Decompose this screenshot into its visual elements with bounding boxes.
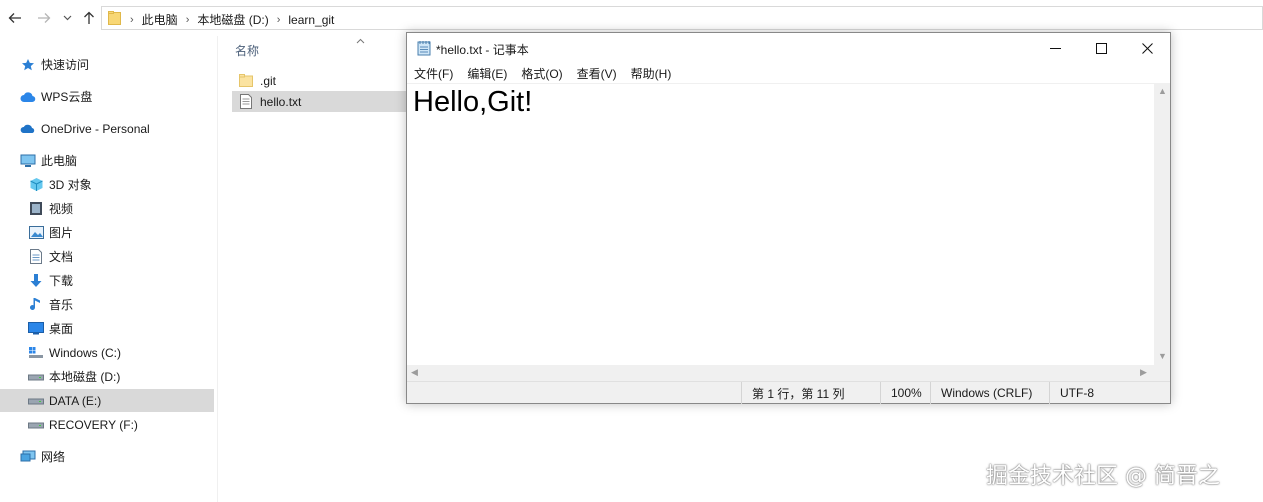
- sidebar-item-label: 文档: [49, 250, 74, 264]
- sidebar-item-3d-objects[interactable]: 3D 对象: [28, 173, 92, 196]
- sidebar-item-label: DATA (E:): [49, 393, 102, 408]
- scroll-up-icon[interactable]: ▲: [1158, 86, 1167, 96]
- status-cursor-position: 第 1 行，第 11 列: [741, 382, 880, 404]
- recent-locations-chevron-icon[interactable]: [60, 9, 74, 27]
- folder-icon: [108, 11, 121, 25]
- sidebar-item-onedrive[interactable]: OneDrive - Personal: [20, 117, 150, 140]
- sidebar-item-drive-c[interactable]: Windows (C:): [28, 341, 121, 364]
- sidebar-item-label: 此电脑: [41, 154, 78, 168]
- cloud-icon: [20, 89, 36, 105]
- sidebar-item-label: 3D 对象: [49, 178, 92, 192]
- windows-drive-icon: [28, 345, 44, 361]
- navigation-bar: › 此电脑 › 本地磁盘 (D:) › learn_git: [0, 0, 1263, 36]
- sidebar-item-label: Windows (C:): [49, 345, 122, 360]
- file-row[interactable]: .git: [232, 70, 408, 91]
- desktop-icon: [28, 321, 44, 337]
- file-row[interactable]: hello.txt: [232, 91, 408, 112]
- computer-icon: [20, 153, 36, 169]
- menu-edit[interactable]: 编辑(E): [467, 65, 507, 82]
- sidebar-item-label: RECOVERY (F:): [49, 417, 138, 432]
- scroll-corner: [1154, 365, 1170, 381]
- sidebar-item-drive-f[interactable]: RECOVERY (F:): [28, 413, 138, 436]
- sidebar-item-documents[interactable]: 文档: [28, 245, 73, 268]
- sidebar-item-label: 桌面: [49, 322, 74, 336]
- minimize-button[interactable]: [1032, 33, 1078, 63]
- download-icon: [28, 273, 44, 289]
- sidebar-item-music[interactable]: 音乐: [28, 293, 73, 316]
- menu-file[interactable]: 文件(F): [414, 65, 453, 82]
- sidebar-item-network[interactable]: 网络: [20, 445, 65, 468]
- sidebar-item-label: 音乐: [49, 298, 74, 312]
- address-bar[interactable]: › 此电脑 › 本地磁盘 (D:) › learn_git: [101, 6, 1263, 30]
- sidebar-item-label: WPS云盘: [41, 90, 93, 104]
- drive-icon: [28, 393, 44, 409]
- up-arrow-icon[interactable]: [80, 9, 98, 27]
- sidebar-item-downloads[interactable]: 下载: [28, 269, 73, 292]
- folder-icon: [238, 73, 254, 89]
- sidebar-item-wps-cloud[interactable]: WPS云盘: [20, 85, 92, 108]
- window-title: *hello.txt - 记事本: [436, 43, 529, 57]
- maximize-button[interactable]: [1078, 33, 1124, 63]
- status-line-ending: Windows (CRLF): [930, 382, 1049, 404]
- scroll-down-icon[interactable]: ▼: [1158, 351, 1167, 361]
- scroll-left-icon[interactable]: ◀: [411, 367, 418, 378]
- text-file-icon: [238, 94, 254, 110]
- breadcrumb-item[interactable]: learn_git: [288, 13, 334, 27]
- sidebar-item-label: 快速访问: [41, 58, 90, 72]
- sidebar-item-pictures[interactable]: 图片: [28, 221, 73, 244]
- file-name: .git: [260, 73, 277, 88]
- onedrive-icon: [20, 121, 36, 137]
- scroll-right-icon[interactable]: ▶: [1140, 367, 1147, 378]
- status-zoom: 100%: [880, 382, 930, 404]
- vertical-scrollbar[interactable]: ▲ ▼: [1154, 83, 1170, 365]
- file-list: 名称 .git hello.txt: [218, 36, 408, 502]
- forward-arrow-icon[interactable]: [35, 9, 53, 27]
- notepad-window: *hello.txt - 记事本 文件(F) 编辑(E) 格式(O) 查看(V)…: [406, 32, 1171, 404]
- close-button[interactable]: [1124, 33, 1170, 63]
- sidebar-item-label: 视频: [49, 202, 74, 216]
- file-name: hello.txt: [260, 94, 302, 109]
- menu-help[interactable]: 帮助(H): [631, 65, 672, 82]
- status-encoding: UTF-8: [1049, 382, 1170, 404]
- text-editor[interactable]: Hello,Git!: [407, 83, 1154, 365]
- sidebar-item-drive-d[interactable]: 本地磁盘 (D:): [28, 365, 120, 388]
- watermark: 掘金技术社区 @ 简晋之: [986, 464, 1220, 489]
- sidebar-item-label: 本地磁盘 (D:): [49, 370, 121, 384]
- sidebar-item-drive-e[interactable]: DATA (E:): [0, 389, 214, 412]
- back-arrow-icon[interactable]: [6, 9, 24, 27]
- star-icon: [20, 57, 36, 73]
- drive-icon: [28, 417, 44, 433]
- notepad-title-bar[interactable]: *hello.txt - 记事本: [407, 33, 1170, 63]
- file-explorer-window: › 此电脑 › 本地磁盘 (D:) › learn_git 快速访问 WPS云盘…: [0, 0, 1263, 502]
- menu-view[interactable]: 查看(V): [577, 65, 617, 82]
- menu-bar: 文件(F) 编辑(E) 格式(O) 查看(V) 帮助(H): [407, 63, 1170, 83]
- sidebar-item-label: 下载: [49, 274, 74, 288]
- notepad-icon: [417, 40, 431, 56]
- cube-icon: [28, 177, 44, 193]
- sidebar-item-this-pc[interactable]: 此电脑: [20, 149, 77, 172]
- navigation-pane: 快速访问 WPS云盘 OneDrive - Personal 此电脑 3D 对象…: [0, 36, 218, 502]
- breadcrumb-item[interactable]: 此电脑: [142, 11, 178, 28]
- breadcrumb: › 此电脑 › 本地磁盘 (D:) › learn_git: [130, 11, 335, 28]
- column-header-name[interactable]: 名称: [235, 42, 259, 59]
- sidebar-item-label: OneDrive - Personal: [41, 121, 150, 136]
- menu-format[interactable]: 格式(O): [521, 65, 562, 82]
- sidebar-item-videos[interactable]: 视频: [28, 197, 73, 220]
- sidebar-item-quick-access[interactable]: 快速访问: [20, 53, 89, 76]
- sort-ascending-icon: [356, 36, 365, 47]
- sidebar-item-label: 图片: [49, 226, 74, 240]
- editor-content[interactable]: Hello,Git!: [413, 86, 532, 119]
- document-icon: [28, 249, 44, 265]
- drive-icon: [28, 369, 44, 385]
- sidebar-item-desktop[interactable]: 桌面: [28, 317, 73, 340]
- horizontal-scrollbar[interactable]: ◀ ▶: [407, 365, 1154, 381]
- network-icon: [20, 449, 36, 465]
- sidebar-item-label: 网络: [41, 450, 66, 464]
- picture-icon: [28, 225, 44, 241]
- status-bar: 第 1 行，第 11 列 100% Windows (CRLF) UTF-8: [407, 381, 1170, 404]
- music-icon: [28, 297, 44, 313]
- breadcrumb-item[interactable]: 本地磁盘 (D:): [197, 11, 268, 28]
- video-icon: [28, 201, 44, 217]
